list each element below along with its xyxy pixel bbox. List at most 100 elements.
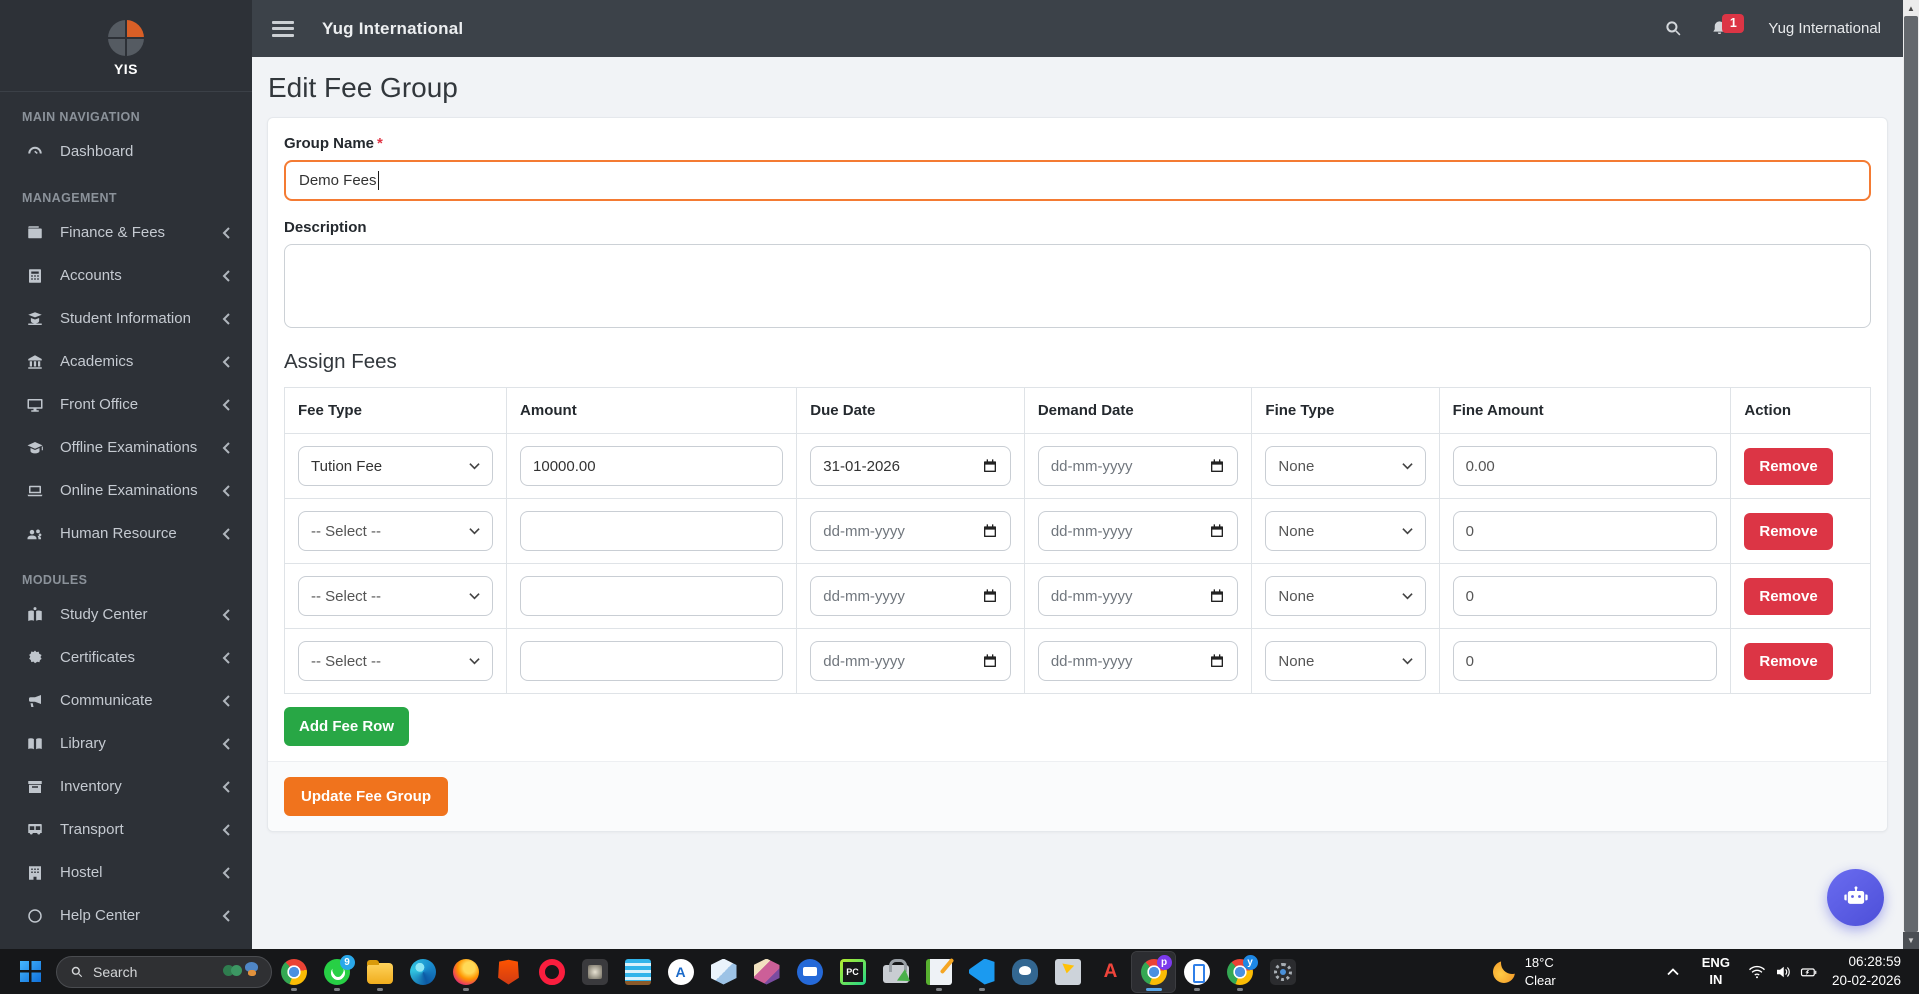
teamviewer-taskbar-icon[interactable]	[788, 952, 831, 992]
notepadpp-taskbar-icon[interactable]	[917, 952, 960, 992]
due-date-input[interactable]: dd-mm-yyyy	[810, 641, 1011, 681]
sidebar-item-accounts[interactable]: Accounts	[0, 254, 252, 297]
fine-amount-input[interactable]: 0	[1453, 641, 1718, 681]
fine-amount-input[interactable]: 0.00	[1453, 446, 1718, 486]
sidebar-item-communicate[interactable]: Communicate	[0, 679, 252, 722]
sidebar-item-finance-fees[interactable]: Finance & Fees	[0, 211, 252, 254]
pycharm-taskbar-icon[interactable]	[831, 952, 874, 992]
page-scrollbar[interactable]: ▲ ▼	[1903, 0, 1919, 949]
amount-input[interactable]	[520, 576, 783, 616]
edge-taskbar-icon[interactable]	[401, 952, 444, 992]
phonelink-taskbar-icon[interactable]	[1175, 952, 1218, 992]
scrollbar-thumb[interactable]	[1904, 16, 1918, 932]
demand-date-input[interactable]: dd-mm-yyyy	[1038, 641, 1239, 681]
sidebar-item-library[interactable]: Library	[0, 722, 252, 765]
due-date-input[interactable]: 31-01-2026	[810, 446, 1011, 486]
settings-taskbar-icon[interactable]	[1261, 952, 1304, 992]
fine-type-select[interactable]: None	[1265, 641, 1425, 681]
chrome-profile-p-taskbar-icon[interactable]: p	[1132, 952, 1175, 992]
chevron-down-icon	[1402, 592, 1413, 600]
vbox-taskbar-icon[interactable]	[702, 952, 745, 992]
search-icon[interactable]	[1662, 18, 1684, 40]
demand-date-input[interactable]: dd-mm-yyyy	[1038, 576, 1239, 616]
filezilla-taskbar-icon[interactable]	[874, 952, 917, 992]
opera-taskbar-icon[interactable]	[530, 952, 573, 992]
scrollbar-down-arrow-icon[interactable]: ▼	[1903, 932, 1919, 949]
anydesk-taskbar-icon[interactable]	[1089, 952, 1132, 992]
fine-type-select[interactable]: None	[1265, 511, 1425, 551]
chevron-left-icon	[222, 227, 230, 239]
brave-taskbar-icon[interactable]	[487, 952, 530, 992]
group-name-input[interactable]: Demo Fees	[284, 160, 1871, 201]
language-indicator[interactable]: ENG IN	[1702, 955, 1730, 989]
sidebar-item-transport[interactable]: Transport	[0, 808, 252, 851]
sidebar-item-dashboard[interactable]: Dashboard	[0, 130, 252, 173]
sidebar-item-help-center[interactable]: Help Center	[0, 894, 252, 937]
update-fee-group-button[interactable]: Update Fee Group	[284, 777, 448, 816]
remove-row-button[interactable]: Remove	[1744, 513, 1832, 550]
remove-row-button[interactable]: Remove	[1744, 448, 1832, 485]
fine-amount-input[interactable]: 0	[1453, 511, 1718, 551]
chevron-left-icon	[222, 356, 230, 368]
running-indicator-dot	[979, 988, 985, 991]
clock-widget[interactable]: 06:28:59 20-02-2026	[1832, 953, 1901, 989]
due-date-input[interactable]: dd-mm-yyyy	[810, 511, 1011, 551]
sidebar-item-front-office[interactable]: Front Office	[0, 383, 252, 426]
chatbot-fab-button[interactable]	[1827, 869, 1884, 926]
tray-status-icons[interactable]	[1748, 963, 1818, 981]
user-menu[interactable]: Yug International	[1768, 20, 1881, 37]
vscode-taskbar-icon[interactable]	[960, 952, 1003, 992]
sidebar-item-online-examinations[interactable]: Online Examinations	[0, 469, 252, 512]
chrome-icon: y	[1227, 959, 1253, 985]
firefox-taskbar-icon[interactable]	[444, 952, 487, 992]
sidebar-item-human-resource[interactable]: Human Resource	[0, 512, 252, 555]
hamburger-menu-icon[interactable]	[272, 17, 294, 40]
amount-input[interactable]	[520, 511, 783, 551]
sidebar-item-student-information[interactable]: Student Information	[0, 297, 252, 340]
rdp-taskbar-icon[interactable]	[573, 952, 616, 992]
fine-type-select[interactable]: None	[1265, 446, 1425, 486]
sidebar-item-offline-examinations[interactable]: Offline Examinations	[0, 426, 252, 469]
demand-date-input[interactable]: dd-mm-yyyy	[1038, 511, 1239, 551]
fine-type-select[interactable]: None	[1265, 576, 1425, 616]
prism-taskbar-icon[interactable]	[745, 952, 788, 992]
sqlyog-taskbar-icon[interactable]	[1046, 952, 1089, 992]
taskbar-search-input[interactable]: Search	[56, 956, 272, 988]
fee-type-select[interactable]: -- Select --	[298, 641, 493, 681]
fee-type-select[interactable]: Tution Fee	[298, 446, 493, 486]
open-book-icon	[26, 735, 46, 753]
calendar-icon	[1209, 458, 1225, 474]
add-fee-row-button[interactable]: Add Fee Row	[284, 707, 409, 746]
sidebar-item-hostel[interactable]: Hostel	[0, 851, 252, 894]
notepad-taskbar-icon[interactable]	[616, 952, 659, 992]
app-logo[interactable]: YIS	[0, 0, 252, 92]
whatsapp-taskbar-icon[interactable]: 9	[315, 952, 358, 992]
netbeans-taskbar-icon[interactable]	[659, 952, 702, 992]
amount-input[interactable]: 10000.00	[520, 446, 783, 486]
chrome-profile-y-taskbar-icon[interactable]: y	[1218, 952, 1261, 992]
sidebar-item-inventory[interactable]: Inventory	[0, 765, 252, 808]
sidebar-item-study-center[interactable]: Study Center	[0, 593, 252, 636]
sidebar-item-certificates[interactable]: Certificates	[0, 636, 252, 679]
description-textarea[interactable]	[284, 244, 1871, 328]
remove-row-button[interactable]: Remove	[1744, 643, 1832, 680]
fee-type-select[interactable]: -- Select --	[298, 576, 493, 616]
explorer-taskbar-icon[interactable]	[358, 952, 401, 992]
amount-input[interactable]	[520, 641, 783, 681]
chrome-taskbar-icon[interactable]	[272, 952, 315, 992]
demand-date-input[interactable]: dd-mm-yyyy	[1038, 446, 1239, 486]
sidebar-item-academics[interactable]: Academics	[0, 340, 252, 383]
postgresql-taskbar-icon[interactable]	[1003, 952, 1046, 992]
sqlyog-icon	[1055, 959, 1081, 985]
weather-widget[interactable]: 18°C Clear	[1492, 954, 1556, 989]
notifications-button[interactable]: 1	[1708, 18, 1730, 40]
fee-type-select[interactable]: -- Select --	[298, 511, 493, 551]
student-icon	[26, 310, 46, 328]
sidebar-item-label: Human Resource	[60, 525, 177, 542]
start-button[interactable]	[10, 952, 50, 992]
due-date-input[interactable]: dd-mm-yyyy	[810, 576, 1011, 616]
tray-chevron-up-icon[interactable]	[1666, 967, 1680, 977]
remove-row-button[interactable]: Remove	[1744, 578, 1832, 615]
scrollbar-up-arrow-icon[interactable]: ▲	[1903, 0, 1919, 16]
fine-amount-input[interactable]: 0	[1453, 576, 1718, 616]
